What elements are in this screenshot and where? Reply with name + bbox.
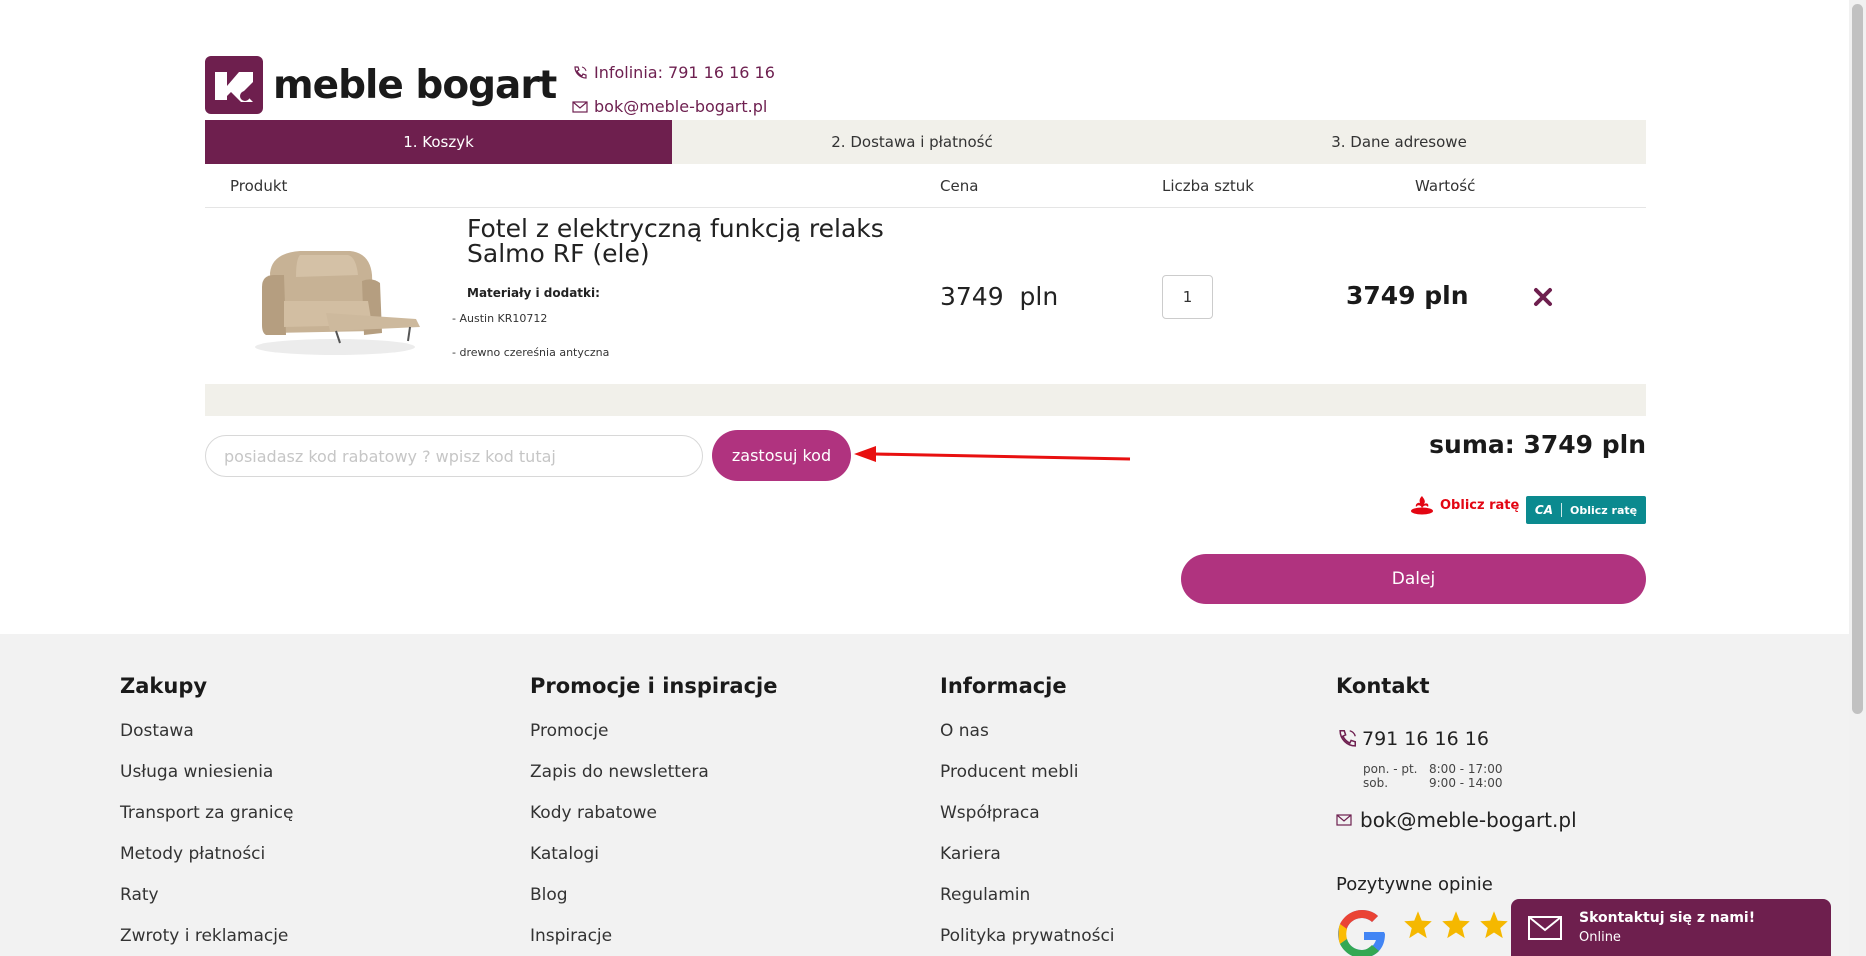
- footer-shopping-title: Zakupy: [120, 674, 208, 698]
- brand-logo[interactable]: meble bogart: [205, 56, 557, 114]
- header-email[interactable]: bok@meble-bogart.pl: [572, 97, 767, 116]
- chat-title: Skontaktuj się z nami!: [1579, 910, 1756, 926]
- footer-link[interactable]: Usługa wniesienia: [120, 762, 273, 782]
- footer-link[interactable]: O nas: [940, 721, 989, 741]
- footer-link[interactable]: Katalogi: [530, 844, 599, 864]
- star-icon: [1442, 911, 1470, 939]
- material-item: - Austin KR10712: [452, 312, 548, 325]
- product-price: 3749 pln: [940, 282, 1059, 311]
- footer-email[interactable]: bok@meble-bogart.pl: [1336, 808, 1577, 832]
- footer-link[interactable]: Zwroty i reklamacje: [120, 926, 288, 946]
- brand-name: meble bogart: [273, 62, 557, 108]
- footer-contact-title: Kontakt: [1336, 674, 1430, 698]
- footer-link[interactable]: Blog: [530, 885, 568, 905]
- hours-days: pon. - pt.: [1363, 762, 1418, 776]
- cart-summary-bar: [205, 384, 1646, 416]
- envelope-icon: [1528, 915, 1562, 940]
- material-item: - drewno czereśnia antyczna: [452, 346, 610, 359]
- footer-link[interactable]: Kody rabatowe: [530, 803, 657, 823]
- phone-icon: [574, 65, 587, 79]
- credit-agricole-logo: CA: [1534, 503, 1553, 517]
- envelope-icon: [572, 100, 588, 113]
- red-arrow-annotation: [854, 446, 1131, 462]
- header-phone-label: Infolinia: 791 16 16 16: [594, 63, 775, 82]
- quantity-input[interactable]: [1162, 275, 1213, 319]
- header-phone[interactable]: Infolinia: 791 16 16 16: [572, 63, 775, 82]
- logo-mark-icon: [205, 56, 263, 114]
- next-button[interactable]: Dalej: [1181, 554, 1646, 604]
- footer-link[interactable]: Zapis do newslettera: [530, 762, 709, 782]
- footer-link[interactable]: Kariera: [940, 844, 1001, 864]
- santander-flame-icon: [1411, 496, 1433, 515]
- footer-link[interactable]: Współpraca: [940, 803, 1040, 823]
- santander-label: Oblicz ratę: [1440, 497, 1520, 513]
- hours-time: 9:00 - 14:00: [1429, 776, 1503, 790]
- footer-link[interactable]: Dostawa: [120, 721, 194, 741]
- santander-installment-button[interactable]: Oblicz ratę: [1410, 495, 1519, 515]
- discount-code-input[interactable]: [205, 435, 703, 477]
- footer-phone-label: 791 16 16 16: [1362, 728, 1489, 750]
- star-icon: [1404, 911, 1432, 939]
- footer-link[interactable]: Inspiracje: [530, 926, 612, 946]
- remove-item-icon[interactable]: [1530, 284, 1556, 310]
- product-value: 3749 pln: [1346, 281, 1469, 310]
- column-quantity: Liczba sztuk: [1162, 177, 1254, 195]
- google-icon[interactable]: [1334, 906, 1394, 956]
- footer-email-label: bok@meble-bogart.pl: [1360, 808, 1577, 832]
- phone-icon: [1339, 729, 1357, 747]
- checkout-page: meble bogart Infolinia: 791 16 16 16 bok…: [0, 0, 1866, 956]
- scrollbar-thumb[interactable]: [1852, 4, 1863, 714]
- reviews-label: Pozytywne opinie: [1336, 874, 1493, 895]
- divider: [1561, 503, 1562, 517]
- envelope-icon: [1336, 814, 1352, 826]
- chat-text: Skontaktuj się z nami! Online: [1579, 910, 1755, 945]
- footer-info-title: Informacje: [940, 674, 1067, 698]
- rating-stars: [1402, 910, 1510, 940]
- footer-link[interactable]: Producent mebli: [940, 762, 1078, 782]
- footer-link[interactable]: Metody płatności: [120, 844, 265, 864]
- footer-phone[interactable]: 791 16 16 16: [1336, 728, 1489, 750]
- hours-time: 8:00 - 17:00: [1429, 762, 1503, 776]
- product-image[interactable]: [240, 235, 430, 360]
- chat-status: Online: [1579, 930, 1621, 945]
- credit-agricole-installment-button[interactable]: CA Oblicz ratę: [1526, 496, 1646, 524]
- checkout-steps: 1. Koszyk 2. Dostawa i płatność 3. Dane …: [205, 120, 1646, 164]
- cart-table-header: Produkt Cena Liczba sztuk Wartość: [205, 164, 1646, 208]
- footer-link[interactable]: Transport za granicę: [120, 803, 293, 823]
- materials-heading: Materiały i dodatki:: [467, 286, 600, 300]
- step-delivery-payment[interactable]: 2. Dostawa i płatność: [672, 120, 1152, 164]
- star-icon: [1480, 911, 1508, 939]
- footer-link[interactable]: Regulamin: [940, 885, 1030, 905]
- header-email-label: bok@meble-bogart.pl: [594, 97, 768, 116]
- product-title[interactable]: Fotel z elektryczną funkcją relaks Salmo…: [467, 216, 947, 266]
- apply-code-button[interactable]: zastosuj kod: [712, 430, 851, 481]
- step-cart[interactable]: 1. Koszyk: [205, 120, 672, 164]
- column-value: Wartość: [1415, 177, 1476, 195]
- footer-link[interactable]: Promocje: [530, 721, 608, 741]
- footer-link[interactable]: Polityka prywatności: [940, 926, 1115, 946]
- column-product: Produkt: [230, 177, 288, 195]
- step-address[interactable]: 3. Dane adresowe: [1152, 120, 1646, 164]
- column-price: Cena: [940, 177, 979, 195]
- footer-promos-title: Promocje i inspiracje: [530, 674, 778, 698]
- hours-days: sob.: [1363, 776, 1389, 790]
- contact-chat-widget[interactable]: Skontaktuj się z nami! Online: [1511, 899, 1831, 956]
- opening-hours: pon. - pt. 8:00 - 17:00 sob. 9:00 - 14:00: [1363, 762, 1503, 790]
- footer-link[interactable]: Raty: [120, 885, 159, 905]
- credit-agricole-label: Oblicz ratę: [1570, 503, 1638, 517]
- cart-total: suma: 3749 pln: [1429, 430, 1646, 459]
